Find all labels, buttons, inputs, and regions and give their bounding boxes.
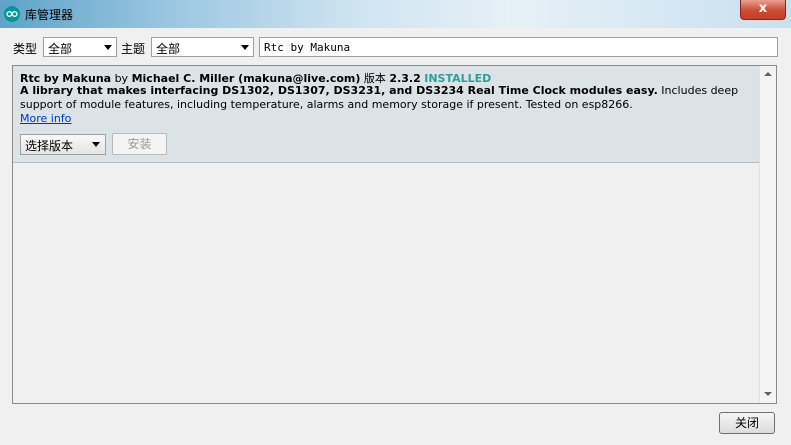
install-button: 安装: [112, 133, 167, 155]
topic-filter-dropdown[interactable]: 全部: [151, 37, 254, 57]
topic-filter-value: 全部: [156, 42, 181, 56]
search-input[interactable]: Rtc by Makuna: [259, 37, 778, 57]
library-description: A library that makes interfacing DS1302,…: [20, 84, 755, 112]
close-icon: x: [758, 1, 768, 16]
window-title: 库管理器: [25, 8, 74, 22]
type-filter-value: 全部: [48, 42, 73, 56]
close-button[interactable]: 关闭: [719, 412, 775, 434]
type-filter-dropdown[interactable]: 全部: [43, 37, 117, 57]
library-list: Rtc by Makuna by Michael C. Miller (maku…: [12, 65, 777, 404]
version-select-value: 选择版本: [25, 139, 74, 153]
type-filter-label: 类型: [13, 42, 38, 56]
version-select-dropdown[interactable]: 选择版本: [20, 134, 106, 155]
topic-filter-label: 主题: [121, 42, 146, 56]
vertical-scrollbar[interactable]: [759, 66, 776, 403]
scroll-up-arrow-icon[interactable]: [764, 72, 772, 76]
chevron-down-icon: [241, 45, 249, 50]
arduino-logo-icon: [4, 6, 20, 22]
scroll-down-arrow-icon[interactable]: [764, 392, 772, 396]
window-close-button[interactable]: x: [740, 0, 786, 20]
chevron-down-icon: [104, 45, 112, 50]
chevron-down-icon: [92, 142, 100, 147]
more-info-link[interactable]: More info: [20, 112, 71, 125]
library-summary: A library that makes interfacing DS1302,…: [20, 84, 658, 97]
library-item[interactable]: Rtc by Makuna by Michael C. Miller (maku…: [13, 66, 759, 163]
title-bar: 库管理器 x: [0, 0, 791, 28]
